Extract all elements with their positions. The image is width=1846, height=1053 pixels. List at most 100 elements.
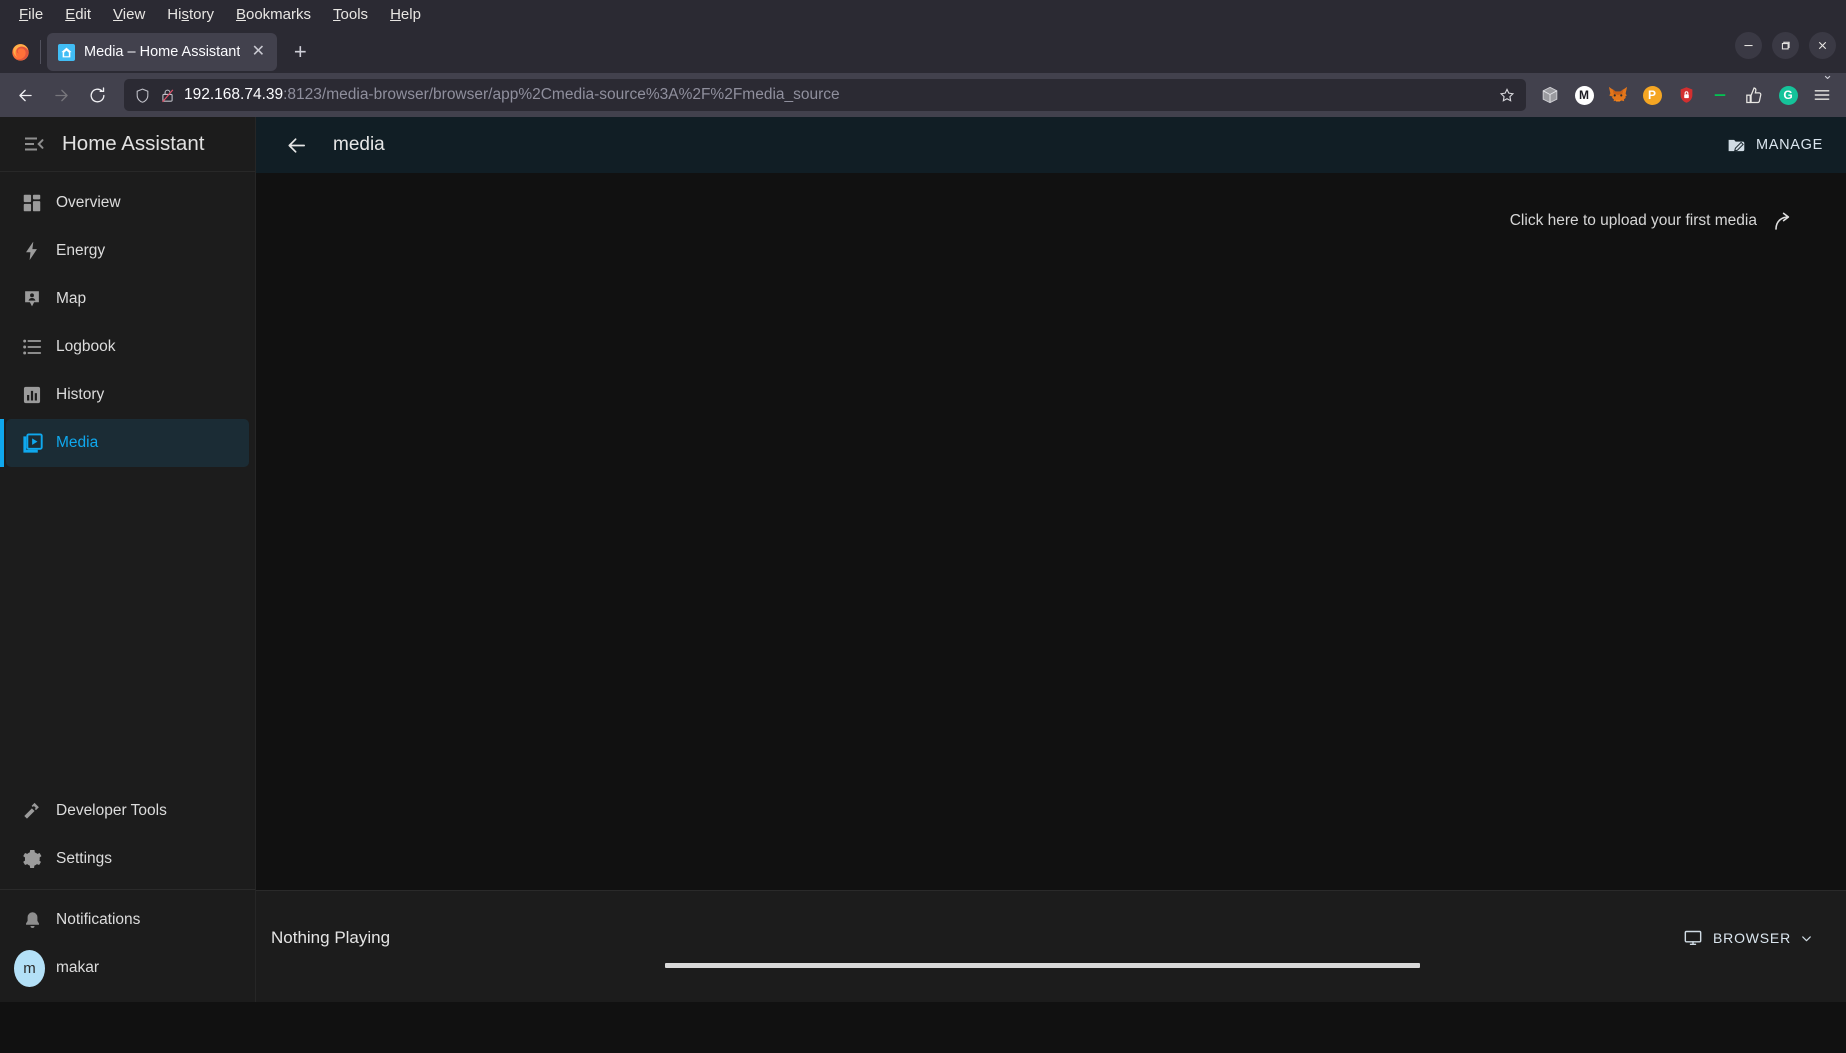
sidebar-footer-group: Notifications m makar (0, 896, 255, 1002)
sidebar-item-media[interactable]: Media (0, 419, 249, 467)
sidebar-item-energy[interactable]: Energy (6, 227, 249, 275)
tab-list-chevron-down-icon[interactable]: ⌄ (1822, 67, 1833, 83)
back-arrow-icon[interactable] (276, 125, 316, 165)
metamask-m-icon[interactable]: M (1570, 81, 1598, 109)
back-button[interactable] (8, 78, 42, 112)
browser-menubar: File Edit View History Bookmarks Tools H… (0, 0, 1846, 29)
sidebar-item-label: Overview (56, 194, 121, 211)
folder-edit-icon (1726, 135, 1747, 156)
browser-tabstrip: Media – Home Assistant ✕ + ⌄ (0, 29, 1846, 82)
lock-broken-icon[interactable] (159, 87, 176, 104)
sidebar-item-overview[interactable]: Overview (6, 179, 249, 227)
lightning-bolt-icon (19, 238, 45, 264)
menu-view[interactable]: View (102, 3, 156, 26)
forward-button (44, 78, 78, 112)
sidebar-item-label: Developer Tools (56, 802, 167, 819)
window-close-button[interactable] (1809, 32, 1836, 59)
tab-close-icon[interactable]: ✕ (249, 44, 267, 60)
tabstrip-separator (40, 40, 41, 64)
sidebar-item-label: Logbook (56, 338, 116, 355)
sidebar-item-map[interactable]: Map (6, 275, 249, 323)
chevron-down-icon[interactable] (1799, 931, 1814, 946)
player-target-selector[interactable]: BROWSER (1683, 928, 1814, 948)
firefox-logo-icon (0, 29, 40, 73)
window-minimize-button[interactable] (1735, 32, 1762, 59)
sidebar-item-logbook[interactable]: Logbook (6, 323, 249, 371)
sidebar-item-history[interactable]: History (6, 371, 249, 419)
url-path: :8123/media-browser/browser/app%2Cmedia-… (283, 86, 840, 103)
menu-tools[interactable]: Tools (322, 3, 379, 26)
sidebar-item-label: Settings (56, 850, 113, 867)
phantom-wallet-icon[interactable]: P (1638, 81, 1666, 109)
sidebar-item-user-profile[interactable]: m makar (6, 944, 249, 992)
bookmark-star-icon[interactable] (1494, 86, 1520, 104)
player-target-label: BROWSER (1713, 930, 1791, 946)
dash-indicator-icon[interactable] (1706, 81, 1734, 109)
url-text[interactable]: 192.168.74.39:8123/media-browser/browser… (184, 86, 1486, 104)
reload-button[interactable] (80, 78, 114, 112)
url-host: 192.168.74.39 (184, 86, 284, 103)
shield-icon[interactable] (134, 87, 151, 104)
player-status-text: Nothing Playing (271, 928, 391, 947)
browser-chrome: File Edit View History Bookmarks Tools H… (0, 0, 1846, 117)
sidebar-tools-group: Developer Tools Settings (0, 787, 255, 883)
player-progress-bar[interactable] (665, 963, 1420, 968)
sidebar-divider (0, 889, 255, 890)
upload-hint[interactable]: Click here to upload your first media (1510, 209, 1795, 233)
menu-history[interactable]: History (156, 3, 225, 26)
url-bar[interactable]: 192.168.74.39:8123/media-browser/browser… (124, 79, 1526, 111)
tab-title: Media – Home Assistant (84, 44, 241, 60)
metamask-fox-icon[interactable] (1604, 81, 1632, 109)
play-box-multiple-icon (19, 430, 45, 456)
browser-navbar: 192.168.74.39:8123/media-browser/browser… (0, 73, 1846, 117)
bell-outline-icon (19, 907, 45, 933)
ha-sidebar: Home Assistant Overview Energy Map Logbo… (0, 117, 256, 1002)
manage-button-label: MANAGE (1755, 137, 1823, 153)
format-list-bulleted-icon (19, 334, 45, 360)
app-header: media MANAGE (256, 117, 1846, 173)
metamask-m-letter: M (1574, 85, 1594, 105)
avatar-wrapper: m (14, 949, 45, 987)
sidebar-item-settings[interactable]: Settings (6, 835, 249, 883)
grammarly-g-icon[interactable]: G (1774, 81, 1802, 109)
sidebar-item-label: History (56, 386, 105, 403)
sidebar-nav-list: Overview Energy Map Logbook History Medi… (0, 172, 255, 467)
sidebar-user-name: makar (56, 959, 100, 976)
sidebar-item-developer-tools[interactable]: Developer Tools (6, 787, 249, 835)
extensions-thumb-icon[interactable] (1740, 81, 1768, 109)
new-tab-button[interactable]: + (282, 34, 318, 70)
phantom-p-letter: P (1642, 85, 1662, 105)
sidebar-item-label: Map (56, 290, 87, 307)
menu-bookmarks[interactable]: Bookmarks (225, 3, 322, 26)
upload-hint-text: Click here to upload your first media (1509, 212, 1757, 229)
window-maximize-button[interactable] (1772, 32, 1799, 59)
cog-icon (19, 846, 45, 872)
hammer-icon (19, 798, 45, 824)
browser-extension-icons: M P G (1536, 81, 1838, 109)
browser-tab-active[interactable]: Media – Home Assistant ✕ (47, 33, 278, 71)
media-browser-content: Click here to upload your first media (256, 173, 1846, 890)
manage-button[interactable]: MANAGE (1717, 128, 1832, 163)
window-controls (1735, 32, 1836, 59)
sidebar-header: Home Assistant (0, 117, 255, 172)
avatar: m (14, 949, 45, 987)
view-dashboard-icon (19, 190, 45, 216)
package-cube-icon[interactable] (1536, 81, 1564, 109)
sidebar-item-label: Media (56, 434, 99, 451)
monitor-icon (1683, 928, 1703, 948)
menu-help[interactable]: Help (379, 3, 432, 26)
page-title: media (333, 134, 385, 155)
sidebar-item-label: Notifications (56, 911, 141, 928)
map-marker-account-icon (19, 286, 45, 312)
home-assistant-favicon-icon (58, 43, 75, 61)
sidebar-item-label: Energy (56, 242, 106, 259)
chart-box-icon (19, 382, 45, 408)
menu-edit[interactable]: Edit (54, 3, 102, 26)
menu-open-icon[interactable] (12, 122, 56, 166)
menu-file[interactable]: File (8, 3, 54, 26)
sidebar-item-notifications[interactable]: Notifications (6, 896, 249, 944)
app-menu-hamburger-icon[interactable] (1808, 81, 1836, 109)
password-manager-shield-icon[interactable] (1672, 81, 1700, 109)
media-player-bar: Nothing Playing BROWSER (256, 890, 1846, 1002)
